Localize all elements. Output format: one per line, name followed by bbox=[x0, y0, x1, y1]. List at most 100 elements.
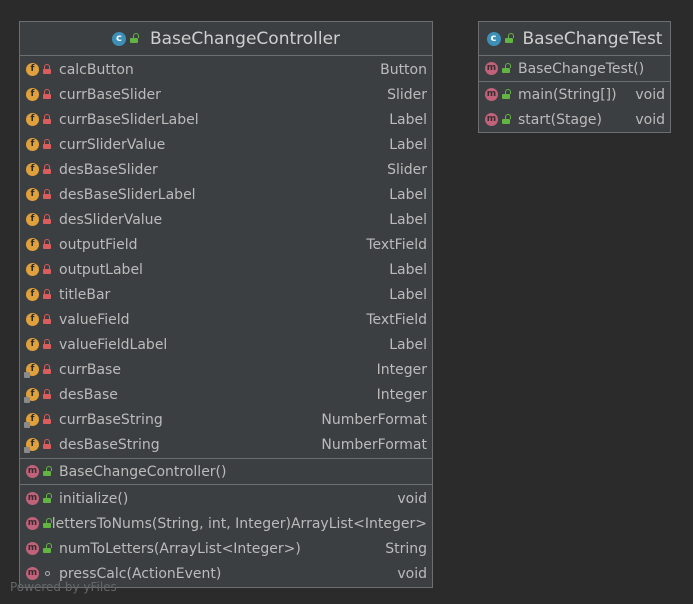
private-lock-icon bbox=[43, 363, 51, 374]
field-row[interactable]: f desBase Integer bbox=[20, 382, 432, 407]
field-row[interactable]: f currSliderValue Label bbox=[20, 132, 432, 157]
field-name: outputField bbox=[59, 236, 138, 253]
method-icon: m bbox=[485, 62, 498, 75]
field-type: Integer bbox=[376, 386, 427, 403]
field-type: Slider bbox=[387, 86, 427, 103]
private-lock-icon bbox=[43, 138, 51, 149]
public-unlock-icon bbox=[502, 88, 511, 99]
public-unlock-icon bbox=[129, 32, 139, 43]
field-type: Label bbox=[389, 111, 427, 128]
field-name: currBase bbox=[59, 361, 121, 378]
method-name: start(Stage) bbox=[518, 111, 602, 128]
method-row[interactable]: m main(String[]) void bbox=[479, 82, 670, 107]
field-name: currBaseString bbox=[59, 411, 163, 428]
field-icon: f bbox=[24, 438, 39, 453]
constructor-row[interactable]: m BaseChangeController() bbox=[20, 459, 432, 484]
class-icon: c bbox=[111, 31, 126, 46]
methods-section: m main(String[]) void m start(Stage) void bbox=[479, 82, 670, 132]
field-icon: f bbox=[26, 238, 39, 251]
field-icon: f bbox=[26, 188, 39, 201]
field-type: TextField bbox=[366, 236, 427, 253]
field-type: Label bbox=[389, 336, 427, 353]
public-unlock-icon bbox=[43, 465, 52, 476]
field-icon: f bbox=[26, 113, 39, 126]
private-lock-icon bbox=[43, 238, 51, 249]
method-name: initialize() bbox=[59, 490, 129, 507]
constructor-row[interactable]: m BaseChangeTest() bbox=[479, 56, 670, 81]
method-icon: m bbox=[485, 88, 498, 101]
constructor-name: BaseChangeController() bbox=[59, 463, 227, 480]
method-type: void bbox=[397, 565, 427, 582]
private-lock-icon bbox=[43, 163, 51, 174]
field-row[interactable]: f currBaseSliderLabel Label bbox=[20, 107, 432, 132]
field-name: desSliderValue bbox=[59, 211, 163, 228]
field-icon: f bbox=[26, 263, 39, 276]
method-icon: m bbox=[26, 465, 39, 478]
field-name: valueField bbox=[59, 311, 130, 328]
field-name: desBaseSlider bbox=[59, 161, 158, 178]
field-type: Label bbox=[389, 136, 427, 153]
field-icon: f bbox=[24, 413, 39, 428]
field-row[interactable]: f desBaseString NumberFormat bbox=[20, 432, 432, 457]
field-icon: f bbox=[24, 363, 39, 378]
field-row[interactable]: f calcButton Button bbox=[20, 57, 432, 82]
field-row[interactable]: f valueFieldLabel Label bbox=[20, 332, 432, 357]
method-icon: m bbox=[485, 113, 498, 126]
field-row[interactable]: f valueField TextField bbox=[20, 307, 432, 332]
method-row[interactable]: m lettersToNums(String, int, Integer) Arra… bbox=[20, 511, 432, 536]
field-name: currSliderValue bbox=[59, 136, 166, 153]
field-name: titleBar bbox=[59, 286, 111, 303]
method-icon: m bbox=[26, 517, 39, 530]
private-lock-icon bbox=[43, 263, 51, 274]
fields-section: f calcButton Button f currBaseSlider Slider f c… bbox=[20, 56, 432, 459]
public-unlock-icon bbox=[43, 492, 52, 503]
field-name: currBaseSliderLabel bbox=[59, 111, 199, 128]
method-icon: m bbox=[26, 492, 39, 505]
field-type: Button bbox=[380, 61, 427, 78]
field-name: calcButton bbox=[59, 61, 134, 78]
constructors-section: m BaseChangeTest() bbox=[479, 56, 670, 82]
public-unlock-icon bbox=[43, 542, 52, 553]
method-row[interactable]: m start(Stage) void bbox=[479, 107, 670, 132]
public-unlock-icon bbox=[43, 517, 50, 528]
class-box-basechangecontroller[interactable]: c BaseChangeController f calcButton Button… bbox=[19, 21, 433, 588]
class-box-basechangetest[interactable]: c BaseChangeTest m BaseChangeTest() m main… bbox=[478, 21, 671, 133]
private-lock-icon bbox=[43, 438, 51, 449]
method-type: void bbox=[397, 490, 427, 507]
field-type: Label bbox=[389, 211, 427, 228]
method-row[interactable]: m initialize() void bbox=[20, 486, 432, 511]
method-icon: m bbox=[26, 567, 39, 580]
class-name: BaseChangeController bbox=[149, 28, 341, 49]
field-icon: f bbox=[24, 388, 39, 403]
private-lock-icon bbox=[43, 338, 51, 349]
field-name: currBaseSlider bbox=[59, 86, 161, 103]
private-lock-icon bbox=[43, 288, 51, 299]
public-unlock-icon bbox=[502, 113, 511, 124]
field-icon: f bbox=[26, 338, 39, 351]
field-row[interactable]: f currBaseString NumberFormat bbox=[20, 407, 432, 432]
private-lock-icon bbox=[43, 88, 51, 99]
field-row[interactable]: f titleBar Label bbox=[20, 282, 432, 307]
field-row[interactable]: f currBase Integer bbox=[20, 357, 432, 382]
field-type: Integer bbox=[376, 361, 427, 378]
field-row[interactable]: f desBaseSliderLabel Label bbox=[20, 182, 432, 207]
method-type: void bbox=[635, 86, 665, 103]
public-unlock-icon bbox=[504, 32, 514, 43]
method-row[interactable]: m numToLetters(ArrayList<Integer>) String bbox=[20, 536, 432, 561]
field-icon: f bbox=[26, 163, 39, 176]
private-lock-icon bbox=[43, 213, 51, 224]
private-lock-icon bbox=[43, 413, 51, 424]
field-row[interactable]: f outputField TextField bbox=[20, 232, 432, 257]
field-row[interactable]: f desBaseSlider Slider bbox=[20, 157, 432, 182]
field-icon: f bbox=[26, 213, 39, 226]
field-row[interactable]: f currBaseSlider Slider bbox=[20, 82, 432, 107]
package-visibility-icon bbox=[45, 571, 50, 576]
field-row[interactable]: f desSliderValue Label bbox=[20, 207, 432, 232]
field-row[interactable]: f outputLabel Label bbox=[20, 257, 432, 282]
constructors-section: m BaseChangeController() bbox=[20, 459, 432, 485]
public-unlock-icon bbox=[502, 62, 511, 73]
private-lock-icon bbox=[43, 113, 51, 124]
field-icon: f bbox=[26, 63, 39, 76]
watermark: Powered by yFiles bbox=[10, 580, 117, 594]
field-type: Label bbox=[389, 186, 427, 203]
